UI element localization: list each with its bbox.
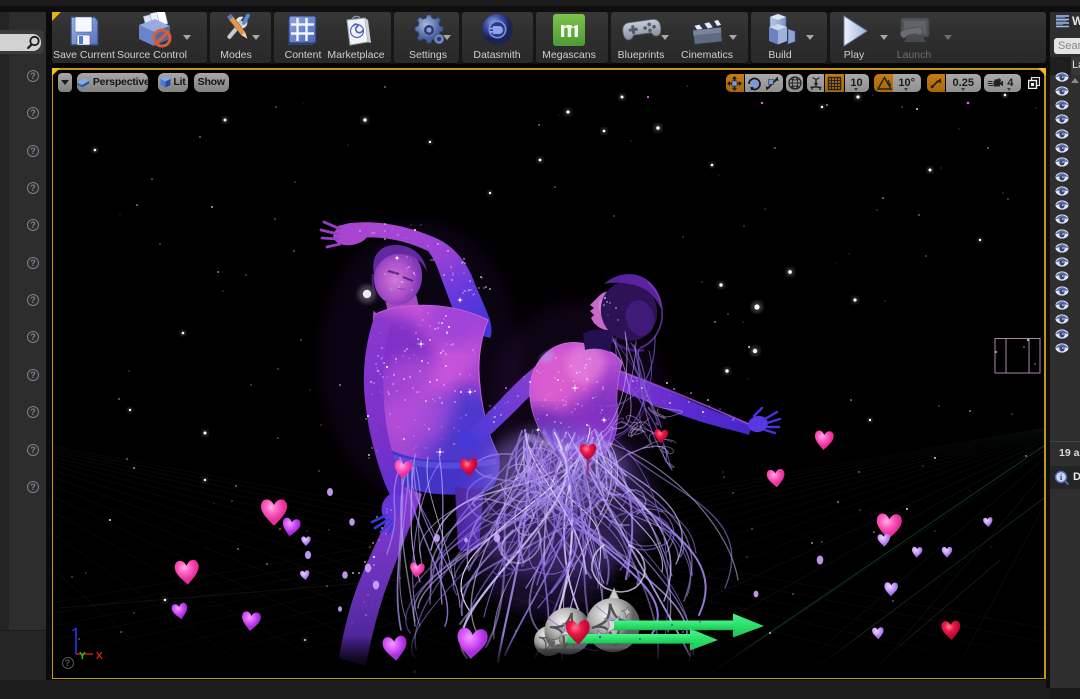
svg-text:Y: Y xyxy=(79,651,86,662)
svg-text:X: X xyxy=(96,651,103,662)
